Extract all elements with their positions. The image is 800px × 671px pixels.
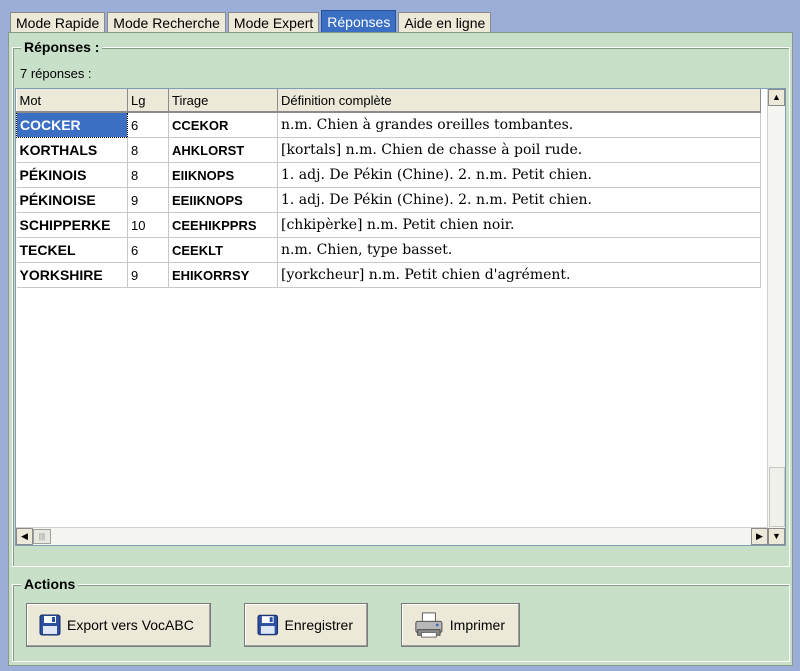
cell-definition[interactable]: n.m. Chien, type basset. — [277, 237, 761, 263]
cell-mot[interactable]: YORKSHIRE — [16, 262, 128, 288]
scroll-up-icon[interactable]: ▲ — [768, 89, 785, 106]
column-header-lg[interactable]: Lg — [127, 89, 169, 113]
printer-icon — [415, 612, 443, 638]
tab-mode-recherche[interactable]: Mode Recherche — [107, 12, 226, 33]
cell-lg[interactable]: 8 — [127, 162, 169, 188]
scroll-left-icon[interactable]: ◀ — [16, 528, 33, 545]
scroll-right-icon[interactable]: ▶ — [751, 528, 768, 545]
column-header-mot[interactable]: Mot — [16, 89, 128, 113]
cell-mot[interactable]: SCHIPPERKE — [16, 212, 128, 238]
table-row[interactable]: PÉKINOISE 9 EEIIKNOPS 1. adj. De Pékin (… — [16, 187, 761, 213]
response-count: 7 réponses : — [20, 66, 92, 81]
print-button[interactable]: Imprimer — [401, 603, 520, 647]
cell-definition[interactable]: n.m. Chien à grandes oreilles tombantes. — [277, 112, 761, 138]
floppy-disk-icon — [39, 614, 61, 636]
cell-definition[interactable]: 1. adj. De Pékin (Chine). 2. n.m. Petit … — [277, 187, 761, 213]
cell-lg[interactable]: 10 — [127, 212, 169, 238]
cell-tirage[interactable]: AHKLORST — [168, 137, 278, 163]
cell-lg[interactable]: 9 — [127, 262, 169, 288]
cell-definition[interactable]: [yorkcheur] n.m. Petit chien d'agrément. — [277, 262, 761, 288]
cell-tirage[interactable]: EIIKNOPS — [168, 162, 278, 188]
cell-mot[interactable]: PÉKINOIS — [16, 162, 128, 188]
table-row[interactable]: YORKSHIRE 9 EHIKORRSY [yorkcheur] n.m. P… — [16, 262, 761, 288]
responses-panel: Réponses : 7 réponses : Mot Lg Tirage Dé… — [8, 32, 793, 666]
cell-lg[interactable]: 9 — [127, 187, 169, 213]
cell-tirage[interactable]: EHIKORRSY — [168, 262, 278, 288]
tab-bar: Mode Rapide Mode Recherche Mode Expert R… — [10, 10, 493, 33]
table-header-row: Mot Lg Tirage Définition complète — [16, 89, 761, 113]
results-table: Mot Lg Tirage Définition complète COCKER… — [16, 89, 761, 288]
scroll-down-icon[interactable]: ▼ — [768, 528, 785, 545]
column-header-tirage[interactable]: Tirage — [168, 89, 278, 113]
table-row[interactable]: TECKEL 6 CEEKLT n.m. Chien, type basset. — [16, 237, 761, 263]
cell-lg[interactable]: 6 — [127, 237, 169, 263]
cell-definition[interactable]: [kortals] n.m. Chien de chasse à poil ru… — [277, 137, 761, 163]
tab-mode-rapide[interactable]: Mode Rapide — [10, 12, 106, 33]
cell-tirage[interactable]: EEIIKNOPS — [168, 187, 278, 213]
cell-lg[interactable]: 6 — [127, 112, 169, 138]
save-label: Enregistrer — [284, 617, 353, 633]
cell-tirage[interactable]: CCEKOR — [168, 112, 278, 138]
table-row[interactable]: KORTHALS 8 AHKLORST [kortals] n.m. Chien… — [16, 137, 761, 163]
column-header-definition[interactable]: Définition complète — [277, 89, 761, 113]
export-vocabc-button[interactable]: Export vers VocABC — [26, 603, 211, 647]
floppy-disk-icon — [257, 614, 279, 636]
horizontal-scroll-thumb[interactable]: ||| — [33, 529, 51, 544]
cell-tirage[interactable]: CEEKLT — [168, 237, 278, 263]
actions-group-title: Actions — [21, 576, 79, 592]
cell-mot[interactable]: PÉKINOISE — [16, 187, 128, 213]
responses-group-title: Réponses : — [21, 39, 103, 55]
export-vocabc-label: Export vers VocABC — [67, 617, 194, 633]
vertical-scroll-thumb[interactable] — [769, 467, 785, 527]
tab-reponses[interactable]: Réponses — [321, 10, 397, 33]
cell-definition[interactable]: 1. adj. De Pékin (Chine). 2. n.m. Petit … — [277, 162, 761, 188]
save-button[interactable]: Enregistrer — [244, 603, 368, 647]
print-label: Imprimer — [449, 617, 505, 633]
cell-tirage[interactable]: CEEHIKPPRS — [168, 212, 278, 238]
results-grid[interactable]: Mot Lg Tirage Définition complète COCKER… — [15, 88, 786, 546]
cell-mot[interactable]: KORTHALS — [16, 137, 128, 163]
cell-lg[interactable]: 8 — [127, 137, 169, 163]
cell-definition[interactable]: [chkipèrke] n.m. Petit chien noir. — [277, 212, 761, 238]
tab-mode-expert[interactable]: Mode Expert — [227, 12, 320, 33]
horizontal-scrollbar[interactable]: ◀ ||| ▶ — [16, 527, 768, 545]
table-row[interactable]: PÉKINOIS 8 EIIKNOPS 1. adj. De Pékin (Ch… — [16, 162, 761, 188]
cell-mot[interactable]: COCKER — [16, 111, 128, 138]
table-row[interactable]: COCKER 6 CCEKOR n.m. Chien à grandes ore… — [16, 111, 761, 138]
cell-mot[interactable]: TECKEL — [16, 237, 128, 263]
vertical-scrollbar[interactable]: ▲ ▼ — [767, 89, 785, 545]
table-row[interactable]: SCHIPPERKE 10 CEEHIKPPRS [chkipèrke] n.m… — [16, 212, 761, 238]
tab-aide-en-ligne[interactable]: Aide en ligne — [398, 12, 492, 33]
